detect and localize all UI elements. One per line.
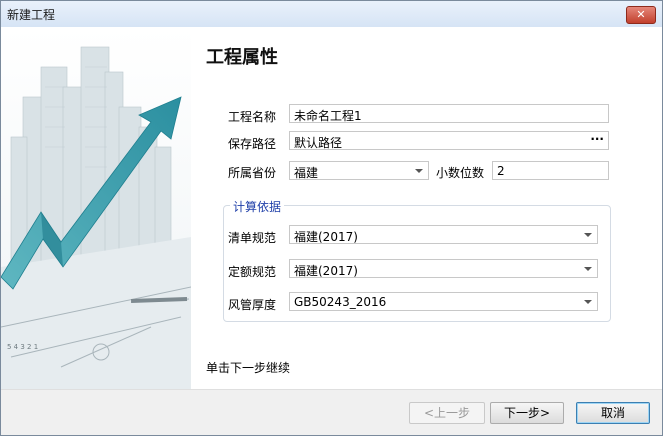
title-bar[interactable]: 新建工程 ✕ [1, 1, 662, 27]
calc-basis-title: 计算依据 [230, 198, 285, 215]
bill-spec-select[interactable]: 福建(2017) [289, 225, 598, 244]
building-growth-illustration: 5 4 3 2 1 [1, 27, 191, 389]
hint-text: 单击下一步继续 [206, 361, 291, 375]
decimals-input[interactable]: 2 [492, 161, 609, 180]
decimals-label: 小数位数 [436, 166, 485, 180]
duct-thickness-label: 风管厚度 [228, 298, 277, 312]
chevron-down-icon [415, 169, 423, 173]
chevron-down-icon [584, 267, 592, 271]
prev-button[interactable]: <上一步 [409, 402, 485, 424]
close-icon: ✕ [636, 8, 646, 21]
window-title: 新建工程 [7, 8, 56, 22]
duct-thickness-value: GB50243_2016 [294, 295, 387, 309]
close-button[interactable]: ✕ [626, 6, 656, 24]
quota-spec-value: 福建(2017) [294, 264, 358, 278]
chevron-down-icon [584, 300, 592, 304]
browse-button[interactable]: ··· [590, 132, 604, 146]
quota-spec-select[interactable]: 福建(2017) [289, 259, 598, 278]
next-button[interactable]: 下一步> [490, 402, 564, 424]
svg-text:5 4 3 2 1: 5 4 3 2 1 [7, 343, 38, 351]
save-path-value: 默认路径 [294, 136, 343, 150]
cancel-button[interactable]: 取消 [576, 402, 650, 424]
save-path-label: 保存路径 [228, 137, 277, 151]
chevron-down-icon [584, 233, 592, 237]
duct-thickness-select[interactable]: GB50243_2016 [289, 292, 598, 311]
project-name-input[interactable]: 未命名工程1 [289, 104, 609, 123]
save-path-input[interactable]: 默认路径 ··· [289, 131, 609, 150]
bill-spec-label: 清单规范 [228, 231, 277, 245]
quota-spec-label: 定额规范 [228, 265, 277, 279]
province-label: 所属省份 [228, 166, 277, 180]
new-project-dialog: 新建工程 ✕ 5 4 3 2 1 工程属性 工程名称 未命名工程1 保存路径 默… [0, 0, 663, 436]
bill-spec-value: 福建(2017) [294, 230, 358, 244]
project-name-label: 工程名称 [228, 110, 277, 124]
dialog-content: 5 4 3 2 1 工程属性 工程名称 未命名工程1 保存路径 默认路径 ···… [1, 27, 662, 389]
page-title: 工程属性 [206, 47, 278, 68]
province-value: 福建 [294, 166, 319, 180]
button-bar: <上一步 下一步> 取消 [1, 389, 662, 435]
province-select[interactable]: 福建 [289, 161, 429, 180]
